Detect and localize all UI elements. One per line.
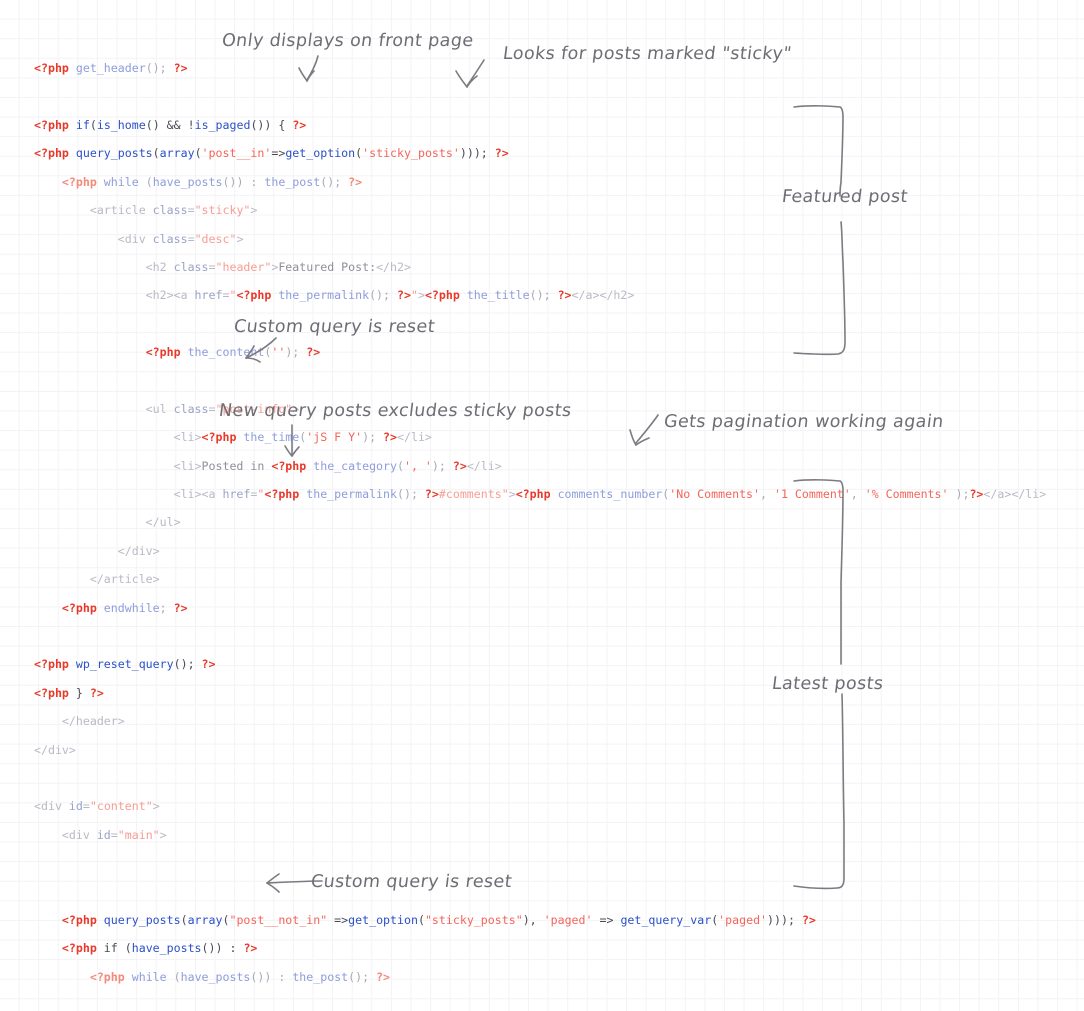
annotation-excludes-sticky: New query posts excludes sticky posts [217, 401, 573, 421]
code-line: <div id="main"> [34, 827, 167, 842]
code-line: <?php endwhile; ?> [61, 600, 188, 615]
code-line: <div class="desc"> [34, 231, 244, 246]
code-line: <?php if (have_posts()) : ?> [61, 941, 258, 956]
code-line: <li><?php the_time('jS F Y'); ?></li> [34, 430, 432, 445]
code-line: <?php } ?> [34, 685, 104, 700]
code-line: <li>Posted in <?php the_category(', '); … [34, 458, 502, 473]
code-line: <li><a href="<?php the_permalink(); ?>#c… [34, 487, 1047, 502]
annotation-latest-posts: Latest posts [770, 674, 885, 694]
code-line: </div> [34, 543, 160, 558]
annotation-featured-post: Featured post [780, 187, 910, 207]
annotation-sticky-posts: Looks for posts marked "sticky" [501, 44, 793, 64]
code-line: <?php query_posts(array("post__not_in" =… [61, 912, 816, 927]
annotation-front-page: Only displays on front page [220, 31, 475, 51]
code-line: </article> [34, 572, 160, 587]
code-line: <?php query_posts(array('post__in'=>get_… [34, 146, 509, 161]
annotated-code-screenshot: <?php get_header(); ?> <?php if(is_home(… [0, 0, 1084, 1011]
code-line: <article class="sticky"> [34, 203, 258, 218]
code-line: <h2><a href="<?php the_permalink(); ?>">… [34, 288, 635, 303]
code-line: <?php the_content(''); ?> [145, 345, 321, 360]
code-block: <?php get_header(); ?> <?php if(is_home(… [34, 47, 1074, 1011]
code-line: </div> [34, 742, 76, 757]
code-line: <?php while (have_posts()) : the_post();… [89, 969, 391, 984]
code-line: <?php while (have_posts()) : the_post();… [61, 174, 363, 189]
code-line: <?php if(is_home() && !is_paged()) { ?> [34, 117, 307, 132]
code-line: </header> [34, 714, 125, 729]
code-line: <h2 class="header">Featured Post:</h2> [34, 259, 411, 274]
code-line: </ul> [34, 515, 181, 530]
annotation-reset-top: Custom query is reset [232, 317, 437, 337]
code-line: <div id="content"> [34, 799, 160, 814]
annotation-reset-bottom: Custom query is reset [309, 872, 514, 892]
code-line: <?php wp_reset_query(); ?> [34, 657, 216, 672]
annotation-pagination: Gets pagination working again [662, 412, 945, 432]
